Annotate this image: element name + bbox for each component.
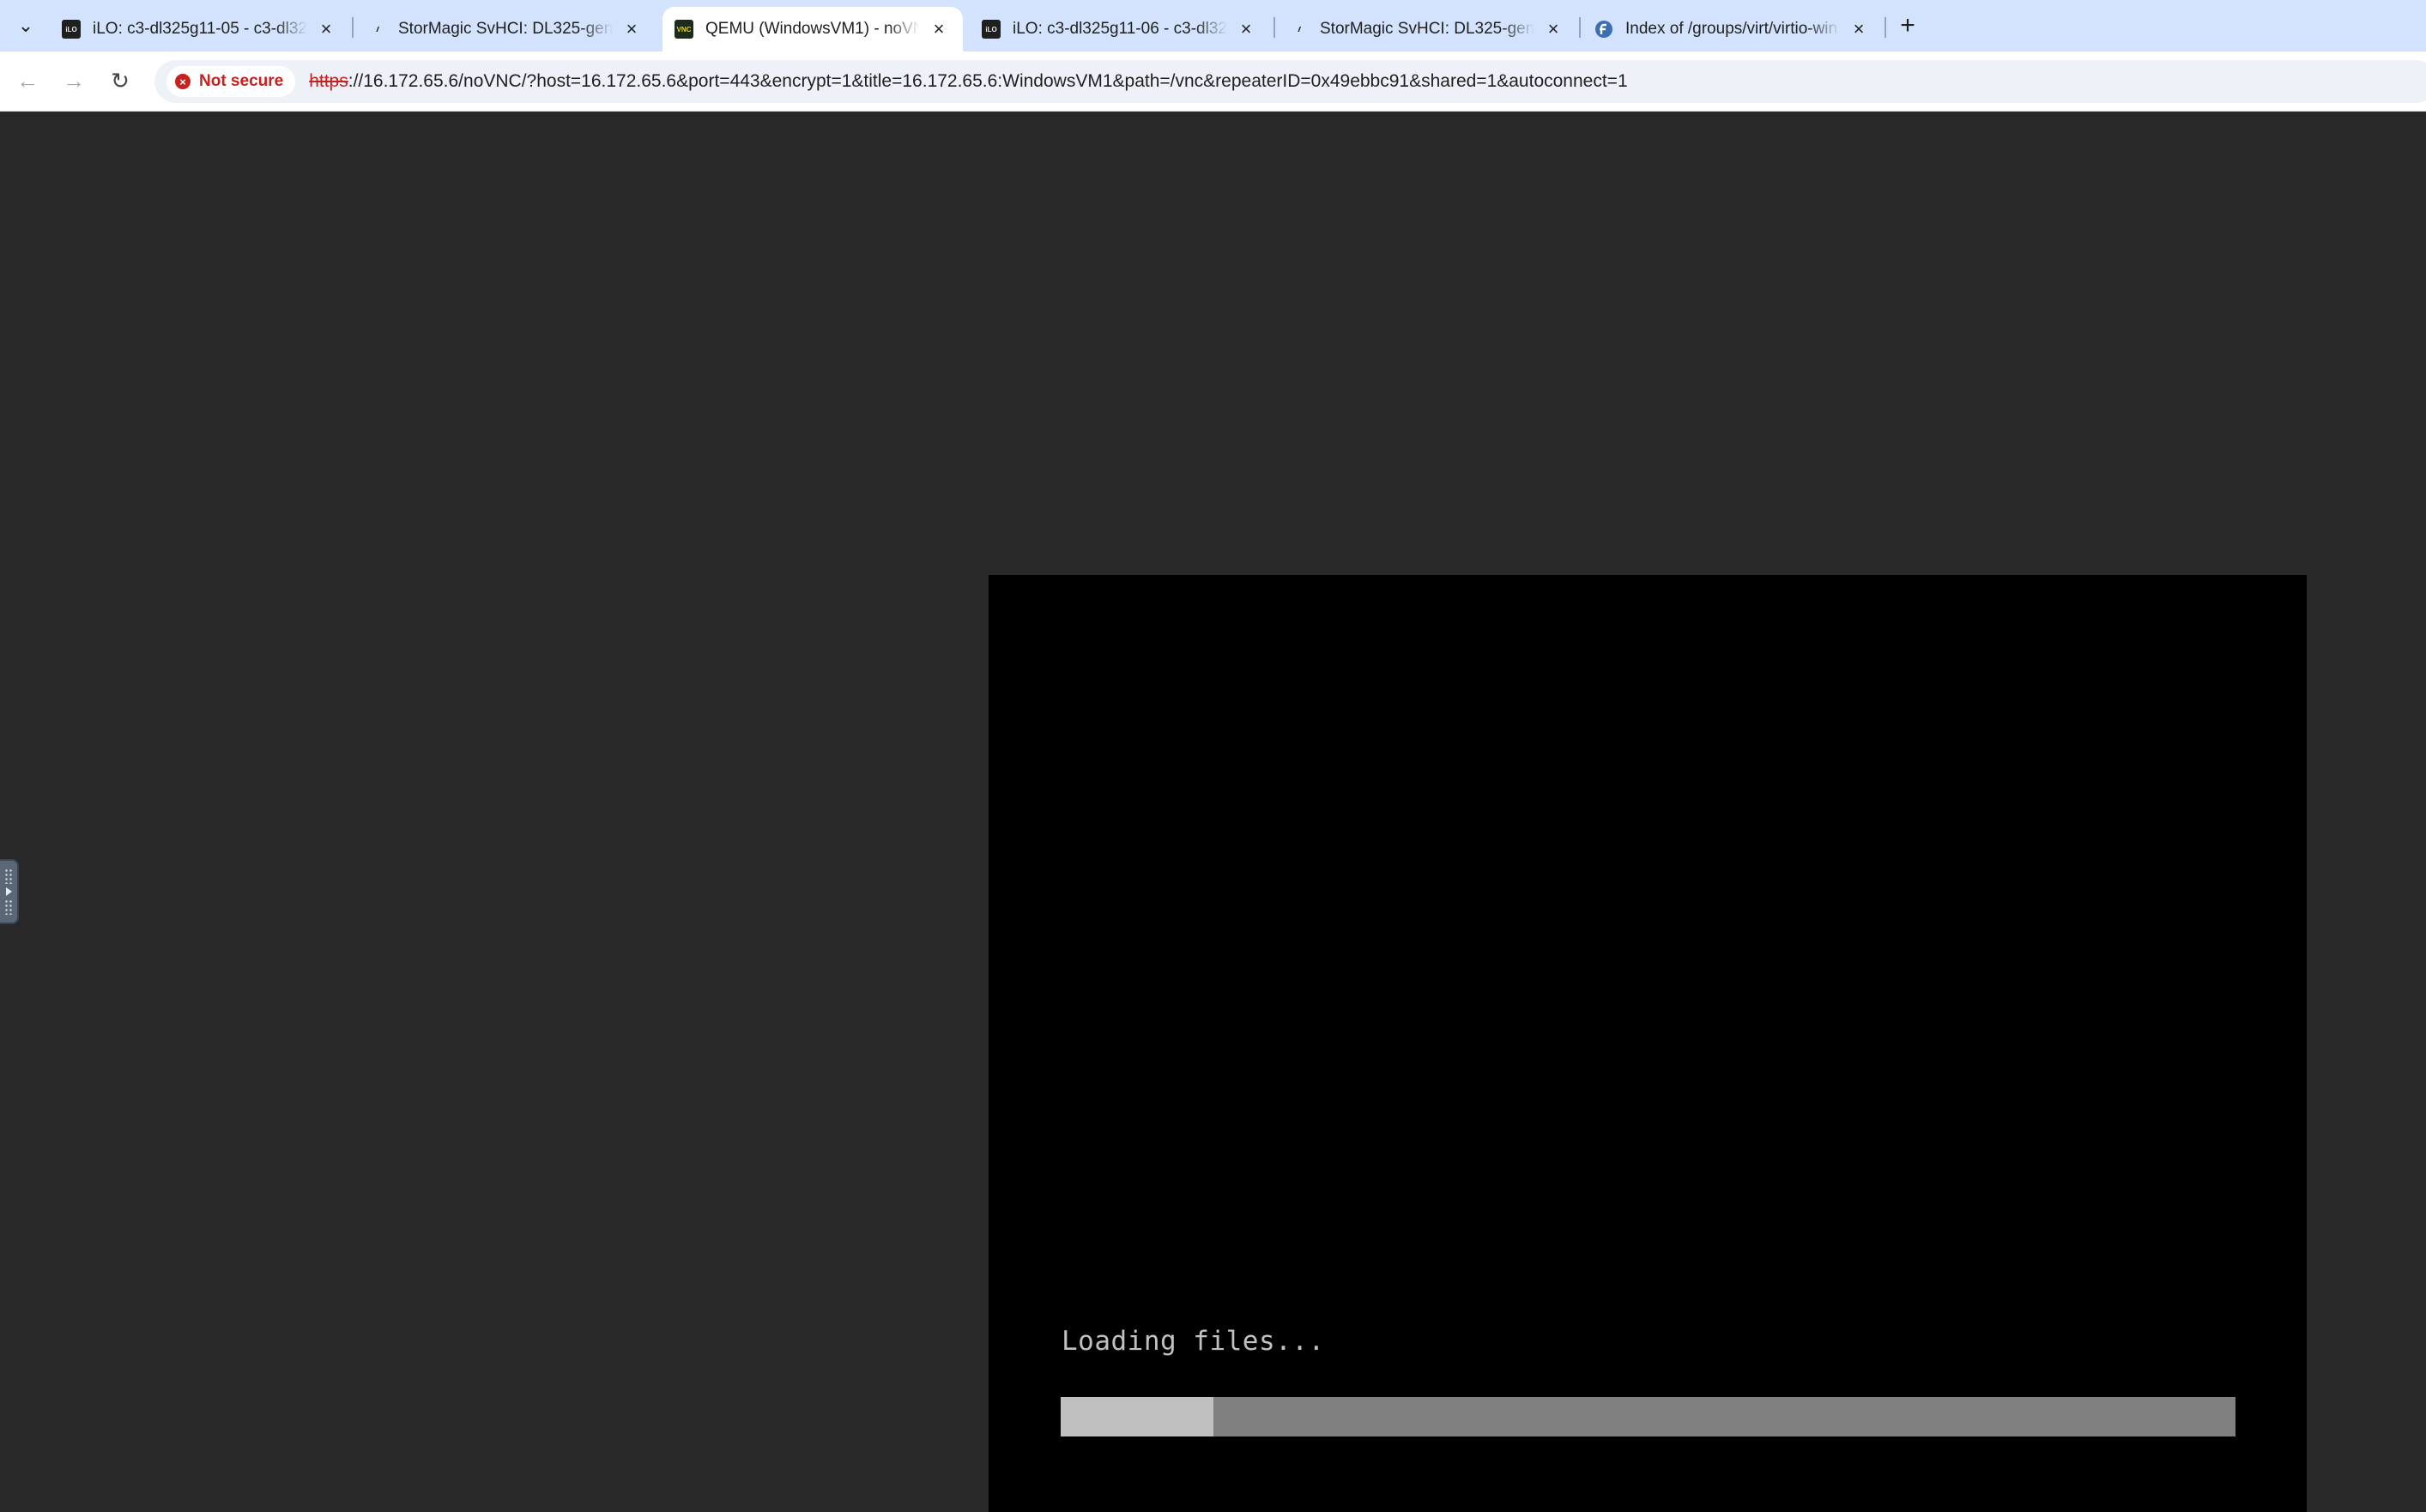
close-icon[interactable]: ×: [1234, 17, 1258, 41]
fedora-icon: [1594, 20, 1613, 39]
error-icon: ×: [175, 74, 191, 89]
tab-novnc[interactable]: VNC QEMU (WindowsVM1) - noVNC ×: [662, 7, 963, 51]
reload-button[interactable]: ↻: [103, 64, 137, 98]
tab-title: iLO: c3-dl325g11-06 - c3-dl325g11-06: [1013, 20, 1227, 38]
close-icon[interactable]: ×: [314, 17, 338, 41]
tab-separator: [1579, 17, 1581, 38]
security-indicator[interactable]: × Not secure: [166, 66, 296, 97]
novnc-control-bar-handle[interactable]: [0, 859, 19, 924]
ilo-icon: iLO: [982, 20, 1001, 39]
close-icon[interactable]: ×: [620, 17, 644, 41]
url-scheme: https: [309, 71, 348, 91]
reload-icon: ↻: [111, 67, 130, 94]
stormagic-icon: ///: [376, 25, 379, 33]
close-icon[interactable]: ×: [1847, 17, 1871, 41]
tab-title: StorMagic SvHCI: DL325-gen11: [1320, 20, 1534, 38]
novnc-icon: VNC: [675, 20, 693, 39]
tab-title: iLO: c3-dl325g11-05 - c3-dl325g11-05: [93, 20, 307, 38]
tab-title: QEMU (WindowsVM1) - noVNC: [705, 20, 920, 38]
loading-progress-fill: [1061, 1397, 1213, 1436]
arrow-left-icon: ←: [16, 67, 39, 94]
url-text[interactable]: https://16.172.65.6/noVNC/?host=16.172.6…: [309, 71, 1627, 92]
tab-separator: [1273, 17, 1275, 38]
close-icon[interactable]: ×: [1541, 17, 1565, 41]
tab-separator: [1885, 17, 1886, 38]
tab-ilo-06[interactable]: iLO iLO: c3-dl325g11-06 - c3-dl325g11-06…: [970, 7, 1270, 51]
close-icon[interactable]: ×: [927, 17, 951, 41]
plus-icon: +: [1900, 11, 1915, 39]
url-rest: ://16.172.65.6/noVNC/?host=16.172.65.6&p…: [348, 71, 1628, 91]
arrow-right-icon: →: [63, 67, 85, 94]
new-tab-button[interactable]: +: [1892, 10, 1923, 41]
tab-strip: ⌄ iLO iLO: c3-dl325g11-05 - c3-dl325g11-…: [0, 0, 2426, 51]
tab-stormagic-1[interactable]: /// StorMagic SvHCI: DL325-gen11 ×: [355, 7, 656, 51]
not-secure-label: Not secure: [199, 72, 284, 90]
ilo-icon: iLO: [62, 20, 81, 39]
loading-files-text: Loading files...: [1062, 1326, 1325, 1357]
loading-progress-bar: [1061, 1397, 2235, 1436]
stormagic-icon: ///: [1298, 25, 1301, 33]
tab-ilo-05[interactable]: iLO iLO: c3-dl325g11-05 - c3-dl325g11-05…: [50, 7, 350, 51]
grip-dots-icon: [4, 868, 13, 884]
vm-screen[interactable]: Loading files...: [989, 575, 2307, 1512]
address-bar[interactable]: × Not secure https://16.172.65.6/noVNC/?…: [154, 60, 2426, 103]
tab-title: Index of /groups/virt/virtio-win: [1625, 20, 1838, 38]
novnc-viewport: Loading files...: [0, 112, 2426, 1512]
browser-toolbar: ← → ↻ × Not secure https://16.172.65.6/n…: [0, 51, 2426, 112]
chevron-down-icon: ⌄: [17, 15, 34, 36]
browser-window: ⌄ iLO iLO: c3-dl325g11-05 - c3-dl325g11-…: [0, 0, 2426, 1512]
tab-stormagic-2[interactable]: /// StorMagic SvHCI: DL325-gen11 ×: [1277, 7, 1577, 51]
tab-search-button[interactable]: ⌄: [9, 9, 43, 43]
expand-arrow-icon: [5, 887, 12, 896]
tab-virtio-index[interactable]: Index of /groups/virt/virtio-win ×: [1582, 7, 1883, 51]
tab-title: StorMagic SvHCI: DL325-gen11: [398, 20, 613, 38]
tab-separator: [352, 17, 354, 38]
grip-dots-icon: [4, 899, 13, 915]
back-button[interactable]: ←: [10, 64, 45, 98]
forward-button[interactable]: →: [57, 64, 91, 98]
